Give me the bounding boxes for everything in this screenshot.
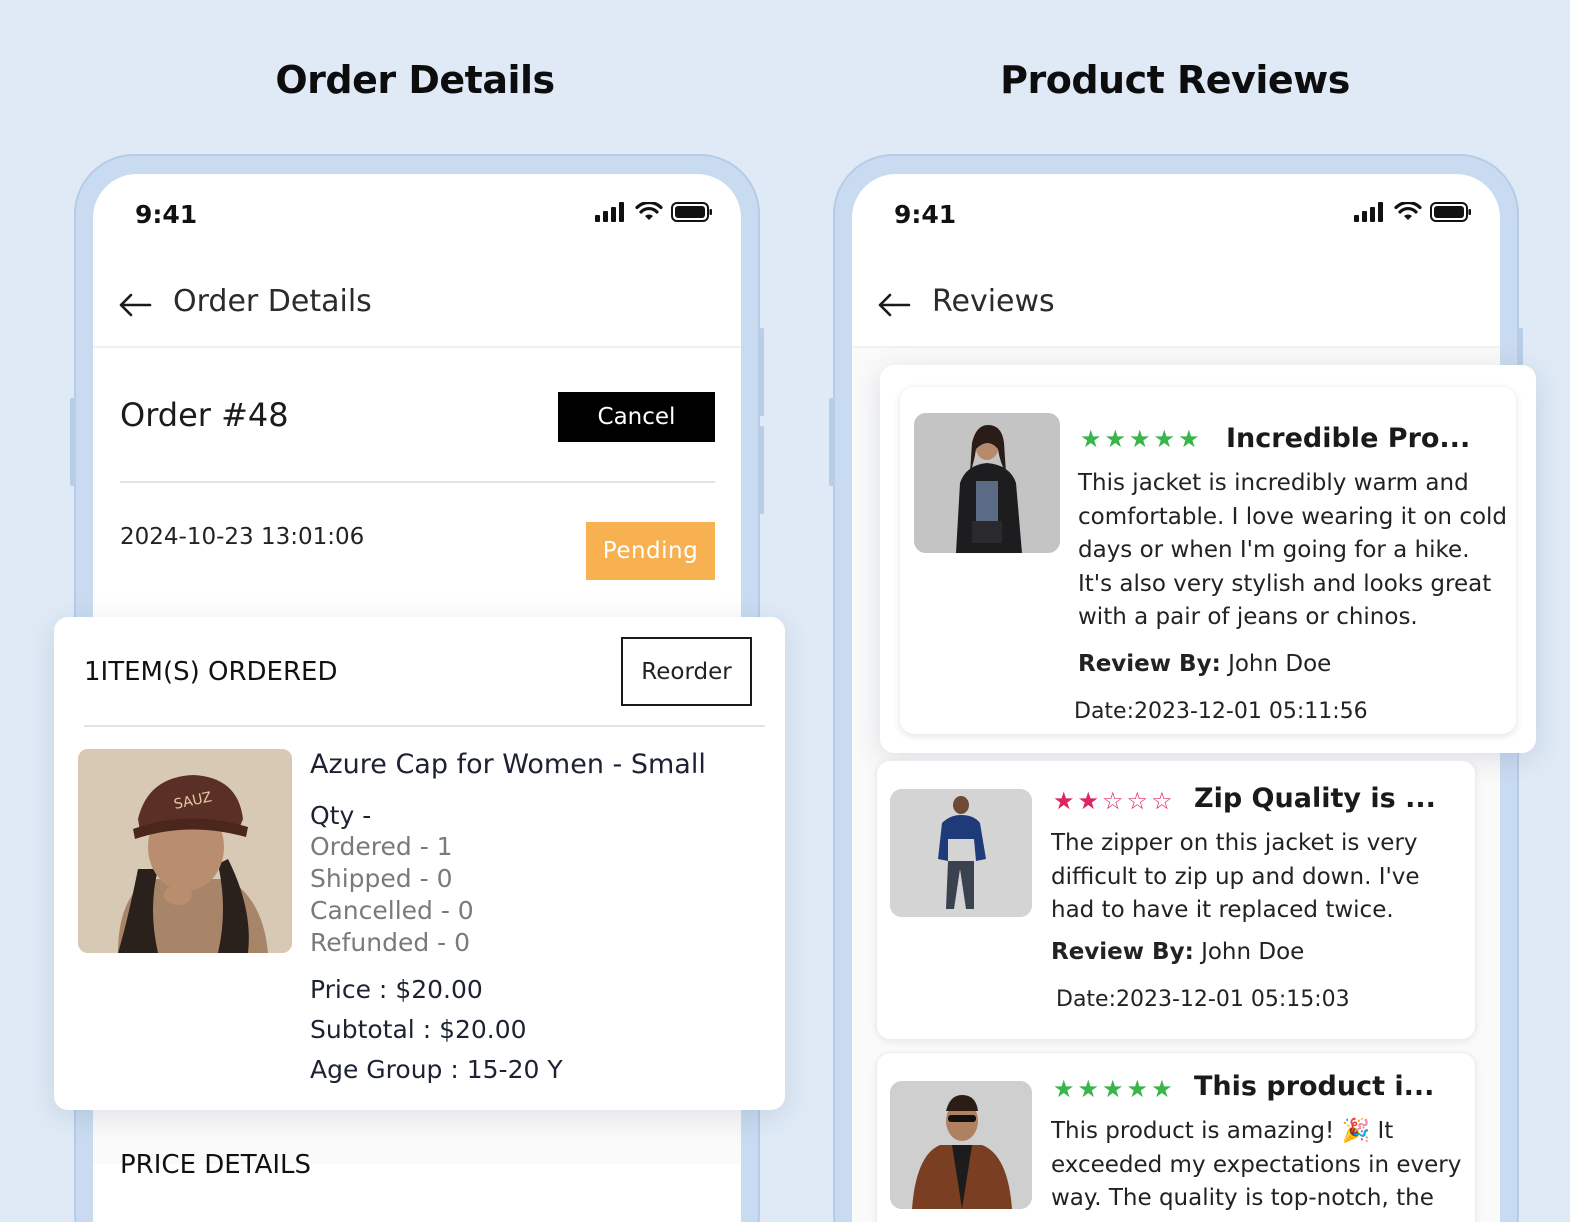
volume-button (829, 398, 835, 486)
power-button (1517, 328, 1523, 368)
battery-icon (1430, 202, 1471, 222)
qty-ordered: Ordered - 1 (310, 832, 453, 861)
star-filled-icon: ★ (1077, 1075, 1100, 1103)
review-title: Incredible Pro... (1226, 423, 1471, 454)
age-group-label: Age Group : (310, 1055, 459, 1084)
review-body: This jacket is incredibly warm and comfo… (1078, 470, 1508, 630)
star-filled-icon: ★ (1151, 1075, 1173, 1103)
reorder-button[interactable]: Reorder (621, 637, 752, 706)
rating-stars: ★ ★ ★ ★ ★ (1080, 427, 1200, 451)
rating-stars: ★ ★ ☆ ☆ ☆ (1053, 789, 1173, 813)
age-group-row: Age Group : 15-20 Y (310, 1055, 563, 1084)
battery-icon (671, 202, 712, 222)
nav-bar: Reviews (852, 264, 1500, 348)
star-filled-icon: ★ (1102, 1075, 1124, 1103)
subtotal-row: Subtotal : $20.00 (310, 1015, 527, 1044)
subtotal-label: Subtotal : (310, 1015, 432, 1044)
review-author: Review By: John Doe (1078, 651, 1331, 677)
age-group-value: 15-20 Y (466, 1055, 563, 1084)
rating-stars: ★ ★ ★ ★ ★ (1053, 1077, 1173, 1101)
star-filled-icon: ★ (1053, 787, 1075, 815)
back-arrow-icon[interactable] (117, 290, 153, 320)
wifi-icon (635, 202, 663, 220)
reviewer-product-image (890, 789, 1032, 917)
star-filled-icon: ★ (1104, 425, 1127, 453)
wifi-icon (1394, 202, 1422, 220)
review-title: This product i... (1194, 1071, 1435, 1102)
review-by-name: John Doe (1201, 939, 1305, 965)
reviewer-product-image (890, 1081, 1032, 1209)
product-reviews-heading: Product Reviews (1000, 58, 1350, 102)
status-time: 9:41 (135, 200, 198, 229)
star-empty-icon: ☆ (1126, 787, 1149, 815)
nav-bar: Order Details (93, 264, 741, 348)
review-card[interactable]: ★ ★ ★ ★ ★ Incredible Pro... This jacket is i… (880, 365, 1536, 753)
status-badge: Pending (586, 522, 715, 580)
subtotal-value: $20.00 (439, 1015, 527, 1044)
items-ordered-card: 1ITEM(S) ORDERED Reorder SAUZ Azure Cap … (54, 617, 785, 1110)
order-date: 2024-10-23 13:01:06 (120, 524, 365, 550)
review-by-name: John Doe (1228, 651, 1332, 677)
power-button (758, 426, 764, 514)
power-button (758, 328, 764, 416)
page-title: Order Details (173, 284, 372, 319)
order-details-heading: Order Details (275, 58, 555, 102)
star-filled-icon: ★ (1080, 425, 1102, 453)
star-filled-icon: ★ (1126, 1075, 1149, 1103)
reviewer-product-image (914, 413, 1060, 553)
signal-icon (595, 202, 624, 222)
price-value: $20.00 (395, 975, 483, 1004)
review-by-label: Review By: (1078, 651, 1221, 677)
review-by-label: Review By: (1051, 939, 1194, 965)
review-card[interactable]: ★ ★ ★ ★ ★ This product i... This product is … (876, 1052, 1476, 1222)
product-image[interactable]: SAUZ (78, 749, 292, 953)
qty-label: Qty - (310, 801, 372, 830)
price-label: Price : (310, 975, 388, 1004)
star-filled-icon: ★ (1129, 425, 1151, 453)
review-card-inner: ★ ★ ★ ★ ★ Incredible Pro... This jacket is i… (900, 387, 1516, 734)
review-date: Date:2023-12-01 05:15:03 (1056, 987, 1350, 1012)
star-empty-icon: ☆ (1102, 787, 1124, 815)
back-arrow-icon[interactable] (876, 290, 912, 320)
status-icons (595, 202, 713, 222)
order-number: Order #48 (120, 396, 289, 434)
divider (84, 725, 765, 727)
product-name[interactable]: Azure Cap for Women - Small (310, 749, 706, 780)
cancel-order-button[interactable]: Cancel (558, 392, 715, 442)
star-empty-icon: ☆ (1151, 787, 1173, 815)
price-row: Price : $20.00 (310, 975, 483, 1004)
review-body: The zipper on this jacket is very diffic… (1051, 830, 1420, 923)
review-card[interactable]: ★ ★ ☆ ☆ ☆ Zip Quality is ... The zipper on t… (876, 760, 1476, 1040)
review-author: Review By: John Doe (1051, 939, 1304, 965)
qty-shipped: Shipped - 0 (310, 864, 453, 893)
review-title: Zip Quality is ... (1194, 783, 1436, 814)
status-icons (1354, 202, 1472, 222)
status-time: 9:41 (894, 200, 957, 229)
price-details-title: PRICE DETAILS (120, 1150, 312, 1180)
items-ordered-title: 1ITEM(S) ORDERED (84, 657, 338, 687)
page-title: Reviews (932, 284, 1055, 319)
volume-button (70, 398, 76, 486)
divider (120, 481, 715, 483)
review-body: This product is amazing! 🎉 It exceeded m… (1051, 1118, 1462, 1211)
qty-cancelled: Cancelled - 0 (310, 896, 474, 925)
star-filled-icon: ★ (1178, 425, 1200, 453)
review-date: Date:2023-12-01 05:11:56 (1074, 699, 1368, 724)
star-filled-icon: ★ (1153, 425, 1176, 453)
qty-refunded: Refunded - 0 (310, 928, 471, 957)
star-filled-icon: ★ (1053, 1075, 1075, 1103)
signal-icon (1354, 202, 1383, 222)
star-filled-icon: ★ (1077, 787, 1100, 815)
